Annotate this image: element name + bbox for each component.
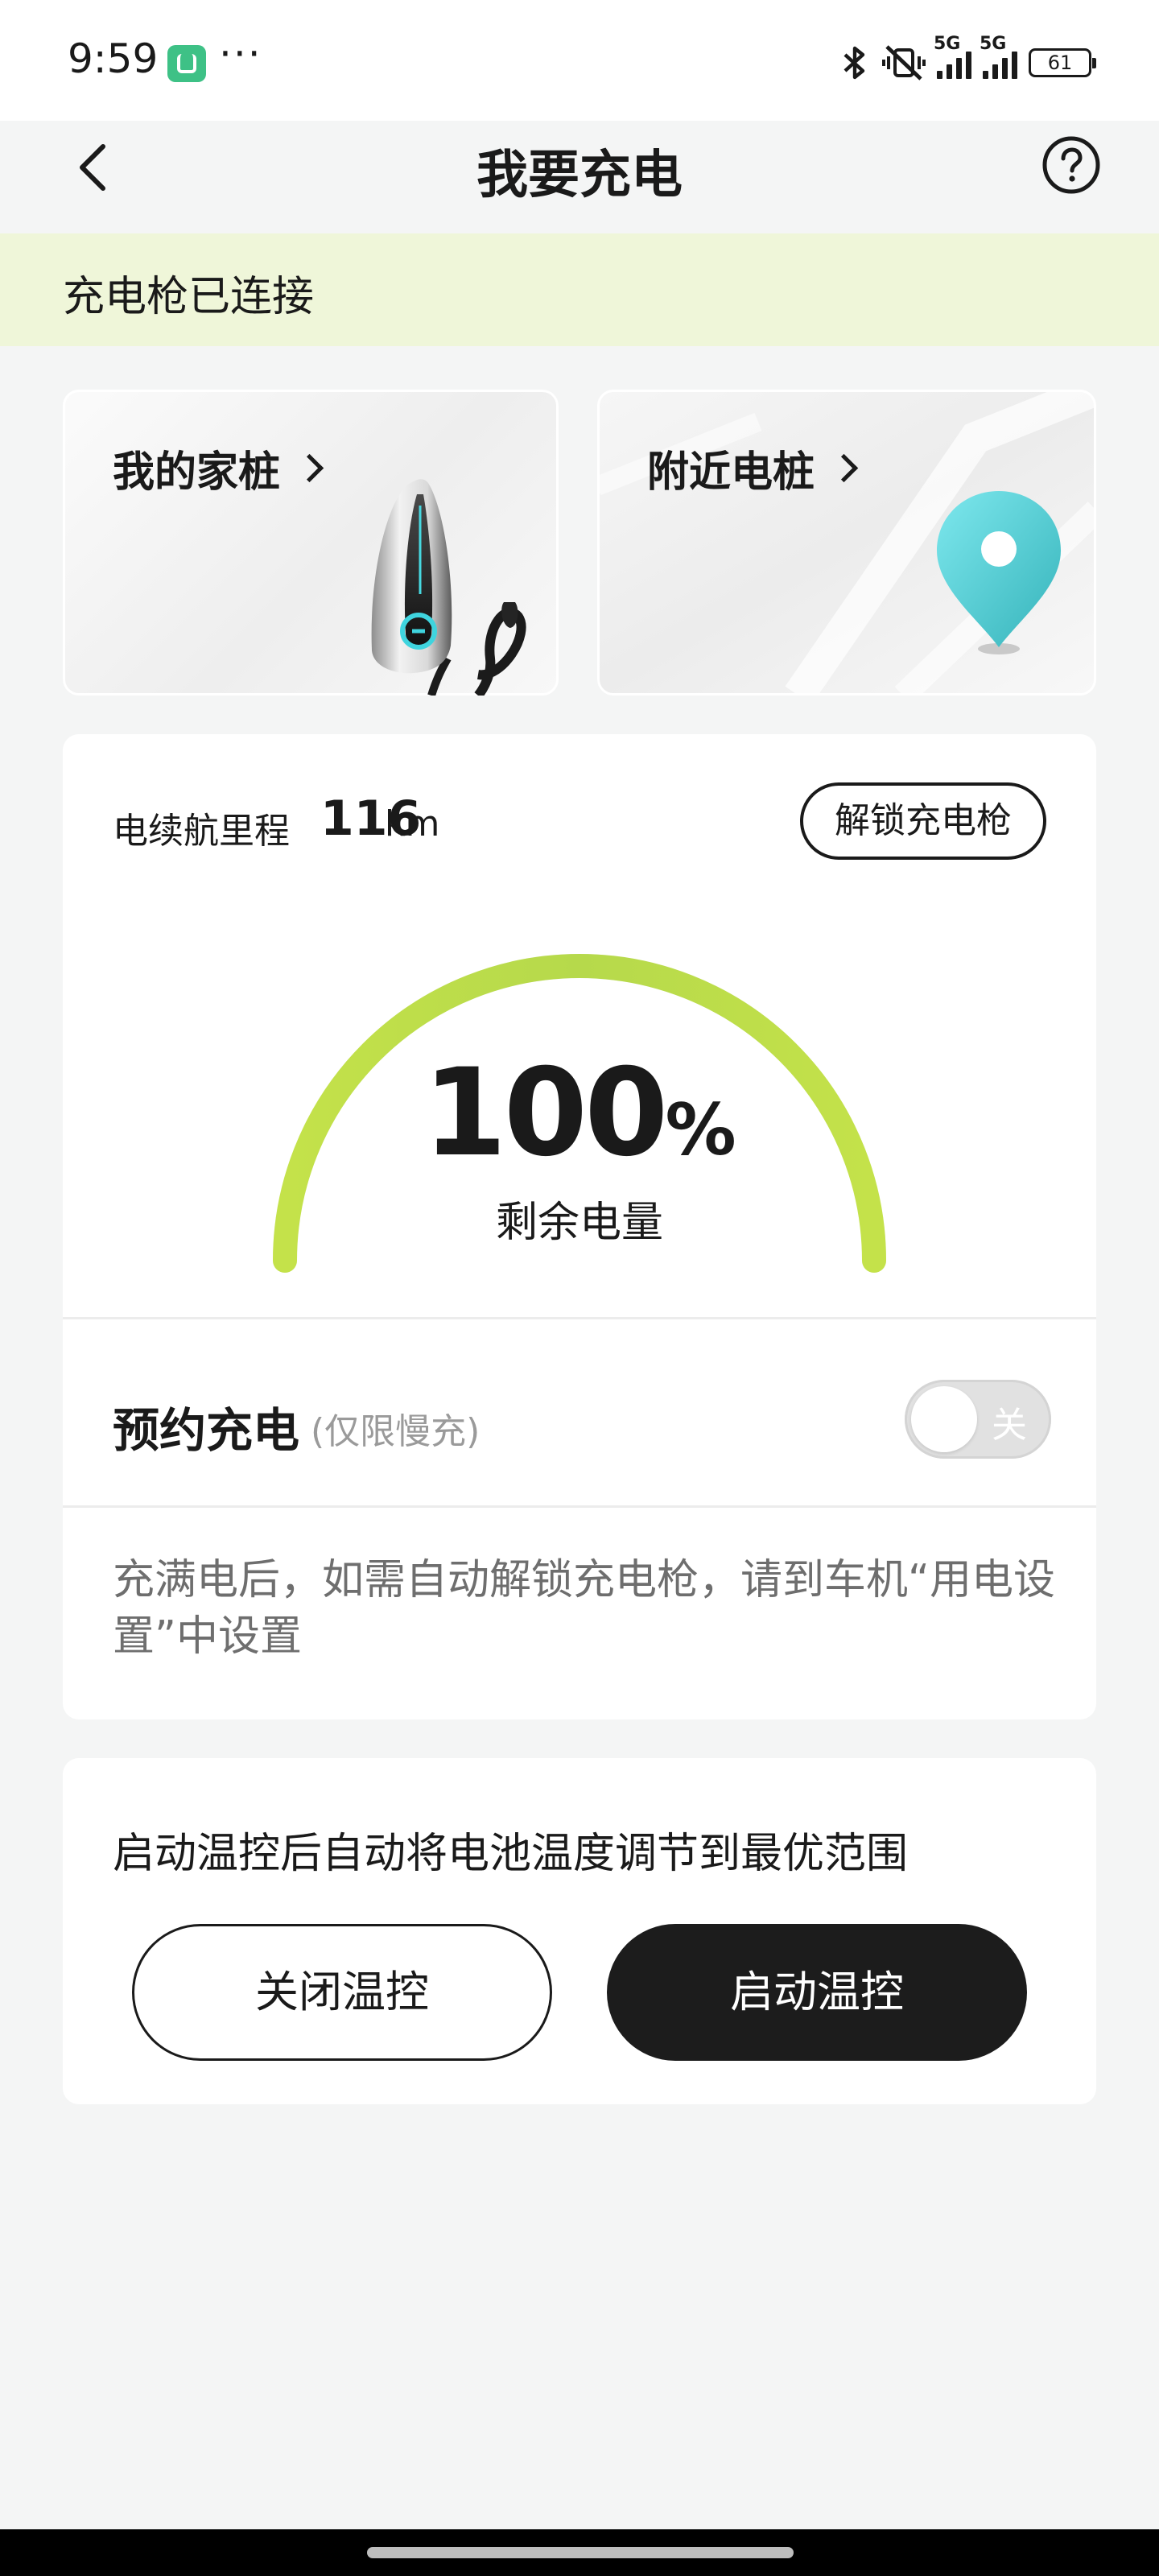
nearby-charger-title: 附近电桩	[647, 438, 859, 498]
divider	[63, 1317, 1096, 1319]
mijia-app-icon	[167, 45, 206, 82]
divider	[63, 1505, 1096, 1508]
nearby-charger-card[interactable]: 附近电桩	[597, 390, 1096, 696]
location-pin-icon	[937, 491, 1061, 654]
wallbox-charger-icon	[371, 479, 526, 696]
stop-temperature-control-button[interactable]: 关闭温控	[132, 1924, 552, 2061]
status-indicators: 5G 5G 61	[839, 34, 1096, 87]
signal-2-icon: 5G	[980, 34, 1017, 79]
vibrate-mute-icon	[882, 45, 926, 80]
range-unit: km	[385, 803, 440, 844]
temperature-control-description: 启动温控后自动将电池温度调节到最优范围	[113, 1830, 909, 1878]
home-charger-card[interactable]: 我的家桩	[63, 390, 559, 696]
scheduled-charging-note: (仅限慢充)	[311, 1411, 481, 1452]
battery-percentage-value: 100	[423, 1043, 668, 1183]
battery-icon: 61	[1029, 48, 1096, 77]
toggle-label: 关	[992, 1405, 1027, 1446]
bluetooth-icon	[843, 46, 865, 80]
battery-percentage-label: 剩余电量	[495, 1199, 663, 1247]
home-gesture-handle[interactable]	[367, 2547, 794, 2558]
scheduled-charging-toggle[interactable]: 关	[905, 1380, 1051, 1459]
more-notifications-icon: ···	[219, 31, 262, 77]
start-temperature-control-button[interactable]: 启动温控	[607, 1924, 1027, 2061]
battery-percentage-sign: %	[665, 1088, 736, 1171]
page-title: 我要充电	[476, 146, 683, 205]
home-charger-label: 我的家桩	[113, 448, 281, 497]
unlock-charging-gun-button[interactable]: 解锁充电枪	[800, 782, 1046, 860]
scheduled-charging-title: 预约充电	[113, 1403, 300, 1458]
chevron-right-icon	[295, 453, 324, 483]
home-charger-title: 我的家桩	[113, 438, 324, 498]
toggle-knob	[911, 1386, 977, 1452]
battery-percentage: 100%	[0, 1043, 1159, 1183]
status-time: 9:59	[68, 35, 159, 82]
nearby-charger-label: 附近电桩	[647, 448, 815, 497]
question-circle-icon	[1042, 136, 1100, 194]
auto-unlock-hint: 充满电后，如需自动解锁充电枪，请到车机“用电设置”中设置	[113, 1556, 1055, 1661]
chevron-right-icon	[829, 453, 859, 483]
signal-1-icon: 5G	[934, 34, 971, 79]
connection-status-text: 充电枪已连接	[63, 273, 315, 321]
help-button[interactable]	[1041, 135, 1101, 195]
range-label: 电续航里程	[113, 811, 290, 852]
